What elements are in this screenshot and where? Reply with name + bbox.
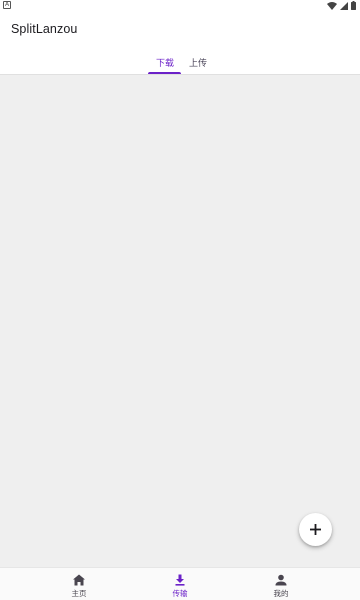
nav-item-mine[interactable]: 我的 [221,568,341,600]
person-icon [275,574,287,586]
home-icon [73,574,85,586]
app-title: SplitLanzou [11,22,78,36]
transfer-list-area [0,75,360,567]
signal-icon [340,1,348,10]
tab-upload[interactable]: 上传 [189,56,207,69]
add-button[interactable] [299,513,332,546]
tab-download[interactable]: 下载 [156,56,174,69]
plus-icon [310,524,321,535]
status-icons [327,1,356,10]
notification-icon: A [3,1,11,9]
nav-label-mine: 我的 [273,589,289,598]
bottom-navigation: 主页 传输 我的 [0,567,360,600]
app-bar: SplitLanzou [0,12,360,48]
status-bar: A [0,0,360,12]
battery-icon [351,1,356,10]
tab-bar: 下载 上传 [0,48,360,75]
wifi-icon [327,1,337,10]
download-icon [175,574,185,586]
